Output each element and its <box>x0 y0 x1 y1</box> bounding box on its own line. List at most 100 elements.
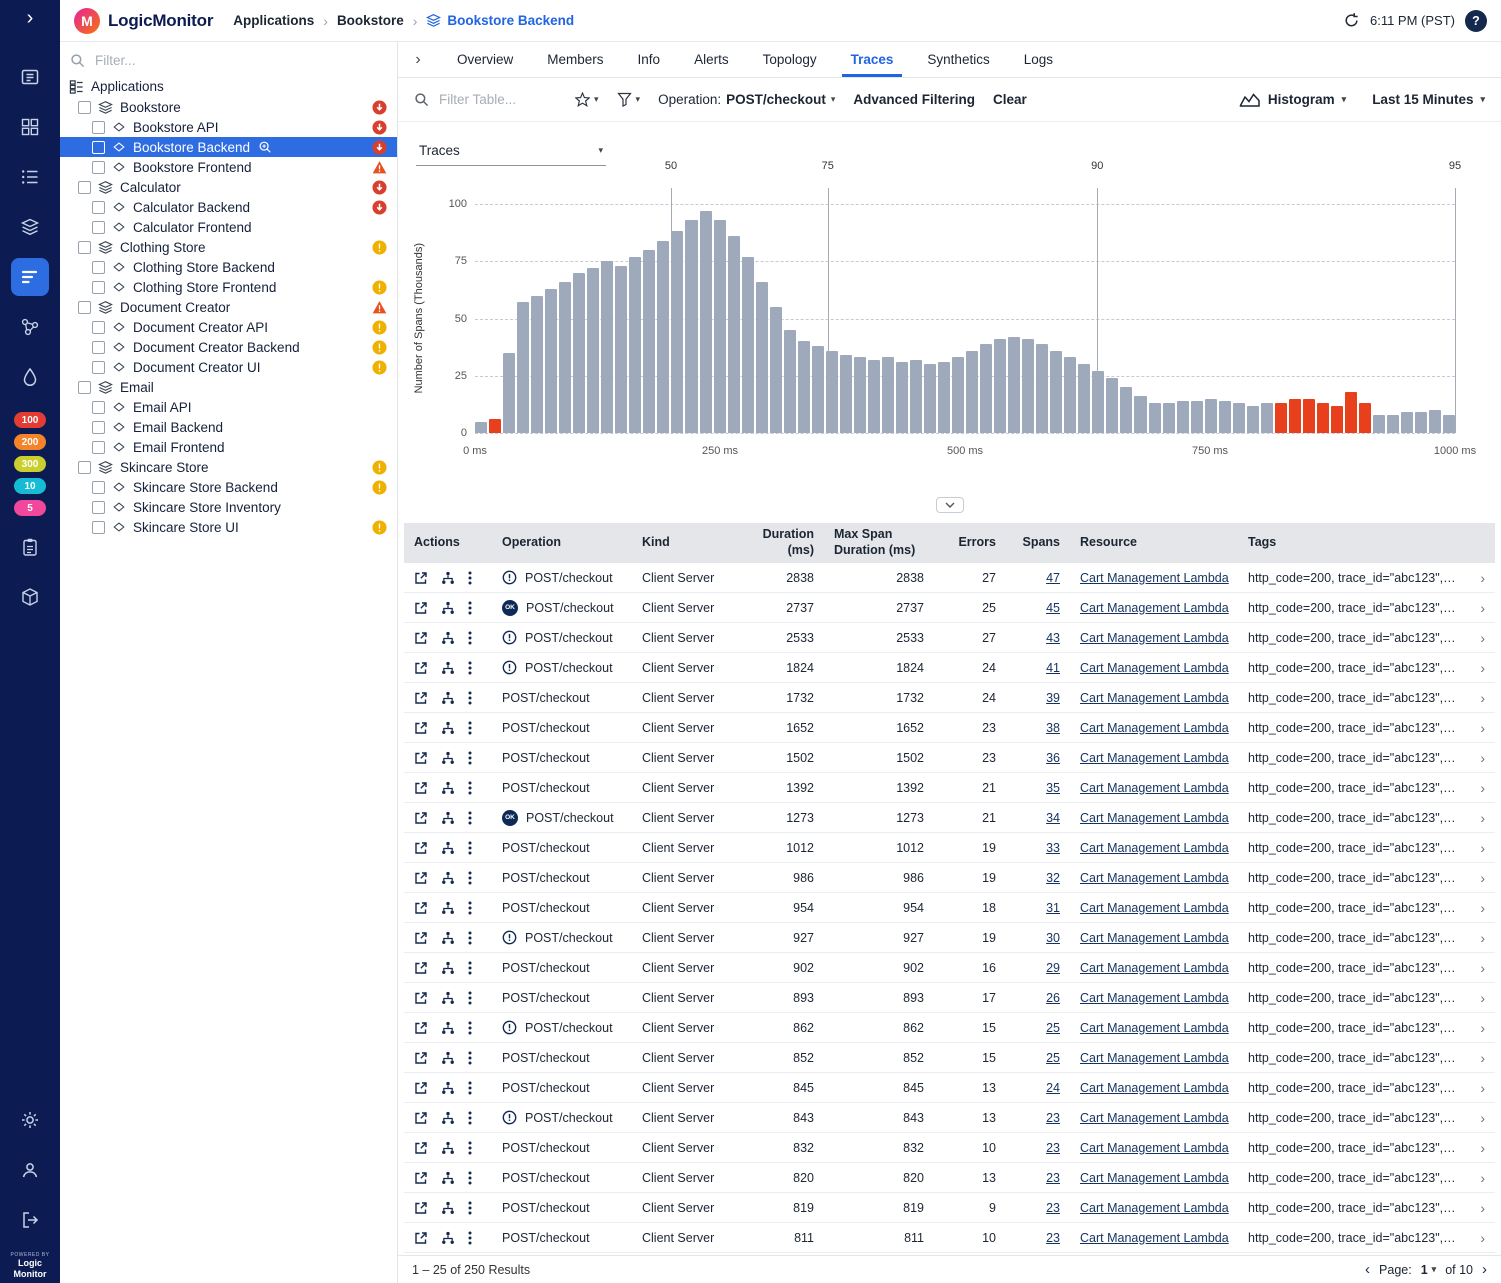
spans-link[interactable]: 36 <box>1046 751 1060 765</box>
open-trace-icon[interactable] <box>414 961 428 975</box>
histogram-bar[interactable] <box>741 256 754 433</box>
spans-link[interactable]: 25 <box>1046 1051 1060 1065</box>
spans-link[interactable]: 33 <box>1046 841 1060 855</box>
tree-item-checkbox[interactable] <box>92 440 105 454</box>
spans-link[interactable]: 23 <box>1046 1141 1060 1155</box>
resource-link[interactable]: Cart Management Lambda <box>1080 811 1229 825</box>
table-row[interactable]: POST/checkout Client Server 893 893 17 2… <box>404 983 1495 1013</box>
open-trace-icon[interactable] <box>414 1081 428 1095</box>
tab-overview[interactable]: Overview <box>440 42 530 77</box>
next-page-icon[interactable]: › <box>1482 1261 1487 1278</box>
histogram-bar[interactable] <box>1232 403 1245 433</box>
histogram-bar[interactable] <box>909 359 922 433</box>
histogram-bar[interactable] <box>966 350 979 433</box>
row-expand-icon[interactable]: › <box>1467 1050 1495 1066</box>
tree-root-applications[interactable]: Applications <box>60 75 397 97</box>
spans-link[interactable]: 34 <box>1046 811 1060 825</box>
tree-item-checkbox[interactable] <box>78 100 91 114</box>
help-icon[interactable]: ? <box>1465 9 1487 32</box>
histogram-bar[interactable] <box>1064 357 1077 433</box>
trace-map-icon[interactable] <box>441 1081 455 1095</box>
spans-link[interactable]: 43 <box>1046 631 1060 645</box>
histogram-bar-error[interactable] <box>1358 403 1371 433</box>
histogram-bar[interactable] <box>1092 371 1105 433</box>
trace-map-icon[interactable] <box>441 661 455 675</box>
open-trace-icon[interactable] <box>414 871 428 885</box>
row-menu-kebab-icon[interactable] <box>468 1111 472 1125</box>
prev-page-icon[interactable]: ‹ <box>1365 1261 1370 1278</box>
panel-collapse-icon[interactable]: › <box>406 51 430 69</box>
trace-map-icon[interactable] <box>441 871 455 885</box>
resource-link[interactable]: Cart Management Lambda <box>1080 661 1229 675</box>
row-menu-kebab-icon[interactable] <box>468 601 472 615</box>
table-row[interactable]: POST/checkout Client Server 1392 1392 21… <box>404 773 1495 803</box>
table-row[interactable]: POST/checkout Client Server 2533 2533 27… <box>404 623 1495 653</box>
spans-link[interactable]: 41 <box>1046 661 1060 675</box>
saved-filters-button[interactable]: ▾ <box>575 92 599 107</box>
table-row[interactable]: POST/checkout Client Server 954 954 18 3… <box>404 893 1495 923</box>
row-expand-icon[interactable]: › <box>1467 1020 1495 1036</box>
histogram-bar[interactable] <box>1246 405 1259 433</box>
histogram-bar[interactable] <box>1387 414 1400 433</box>
user-avatar-icon[interactable] <box>11 1151 49 1189</box>
trace-map-icon[interactable] <box>441 1021 455 1035</box>
alerts-icon[interactable] <box>11 358 49 396</box>
tree-item[interactable]: Document Creator Backend <box>60 337 397 357</box>
tree-item[interactable]: Email <box>60 377 397 397</box>
table-row[interactable]: POST/checkout Client Server 1652 1652 23… <box>404 713 1495 743</box>
advanced-filtering-button[interactable]: Advanced Filtering <box>853 92 975 107</box>
table-row[interactable]: POST/checkout Client Server 820 820 13 2… <box>404 1163 1495 1193</box>
open-trace-icon[interactable] <box>414 1231 428 1245</box>
tree-filter-input[interactable] <box>93 52 343 69</box>
histogram-bar[interactable] <box>924 364 937 433</box>
row-menu-kebab-icon[interactable] <box>468 1171 472 1185</box>
alert-count-badge[interactable]: 5 <box>14 500 46 516</box>
tree-item[interactable]: Email API <box>60 397 397 417</box>
row-expand-icon[interactable]: › <box>1467 720 1495 736</box>
histogram-bar[interactable] <box>1176 400 1189 433</box>
open-trace-icon[interactable] <box>414 781 428 795</box>
resource-link[interactable]: Cart Management Lambda <box>1080 1171 1229 1185</box>
spans-link[interactable]: 29 <box>1046 961 1060 975</box>
open-trace-icon[interactable] <box>414 1141 428 1155</box>
histogram-bar[interactable] <box>545 288 558 433</box>
histogram-bar[interactable] <box>1050 350 1063 433</box>
table-row[interactable]: POST/checkout Client Server 862 862 15 2… <box>404 1013 1495 1043</box>
histogram-bar[interactable] <box>755 281 768 433</box>
open-trace-icon[interactable] <box>414 661 428 675</box>
table-row[interactable]: POST/checkout Client Server 843 843 13 2… <box>404 1103 1495 1133</box>
histogram-bar[interactable] <box>1429 410 1442 433</box>
row-menu-kebab-icon[interactable] <box>468 631 472 645</box>
trace-map-icon[interactable] <box>441 811 455 825</box>
histogram-bar[interactable] <box>615 265 628 433</box>
histogram-bar[interactable] <box>517 302 530 433</box>
table-row[interactable]: POST/checkout Client Server 819 819 9 23… <box>404 1193 1495 1223</box>
row-expand-icon[interactable]: › <box>1467 900 1495 916</box>
histogram-bar[interactable] <box>1008 336 1021 433</box>
row-menu-kebab-icon[interactable] <box>468 811 472 825</box>
tree-item[interactable]: Clothing Store Frontend <box>60 277 397 297</box>
open-trace-icon[interactable] <box>414 751 428 765</box>
open-trace-icon[interactable] <box>414 601 428 615</box>
resource-link[interactable]: Cart Management Lambda <box>1080 961 1229 975</box>
tree-item-checkbox[interactable] <box>92 280 105 294</box>
histogram-bar[interactable] <box>685 220 698 433</box>
histogram-bar[interactable] <box>503 352 516 433</box>
resource-link[interactable]: Cart Management Lambda <box>1080 691 1229 705</box>
dashboards-icon[interactable] <box>11 208 49 246</box>
row-expand-icon[interactable]: › <box>1467 1170 1495 1186</box>
trace-map-icon[interactable] <box>441 1111 455 1125</box>
histogram-bar[interactable] <box>938 362 951 433</box>
row-expand-icon[interactable]: › <box>1467 1080 1495 1096</box>
row-expand-icon[interactable]: › <box>1467 1200 1495 1216</box>
operation-filter-chip[interactable]: Operation: POST/checkout ▾ <box>658 92 835 107</box>
tree-item[interactable]: Email Backend <box>60 417 397 437</box>
trace-map-icon[interactable] <box>441 691 455 705</box>
row-expand-icon[interactable]: › <box>1467 750 1495 766</box>
tree-item-checkbox[interactable] <box>92 260 105 274</box>
tree-item[interactable]: Skincare Store UI <box>60 517 397 537</box>
histogram-bar[interactable] <box>1036 343 1049 433</box>
tree-item[interactable]: Bookstore Frontend <box>60 157 397 177</box>
rail-expand-icon[interactable]: › <box>11 4 49 32</box>
histogram-bar-error[interactable] <box>1288 398 1301 433</box>
